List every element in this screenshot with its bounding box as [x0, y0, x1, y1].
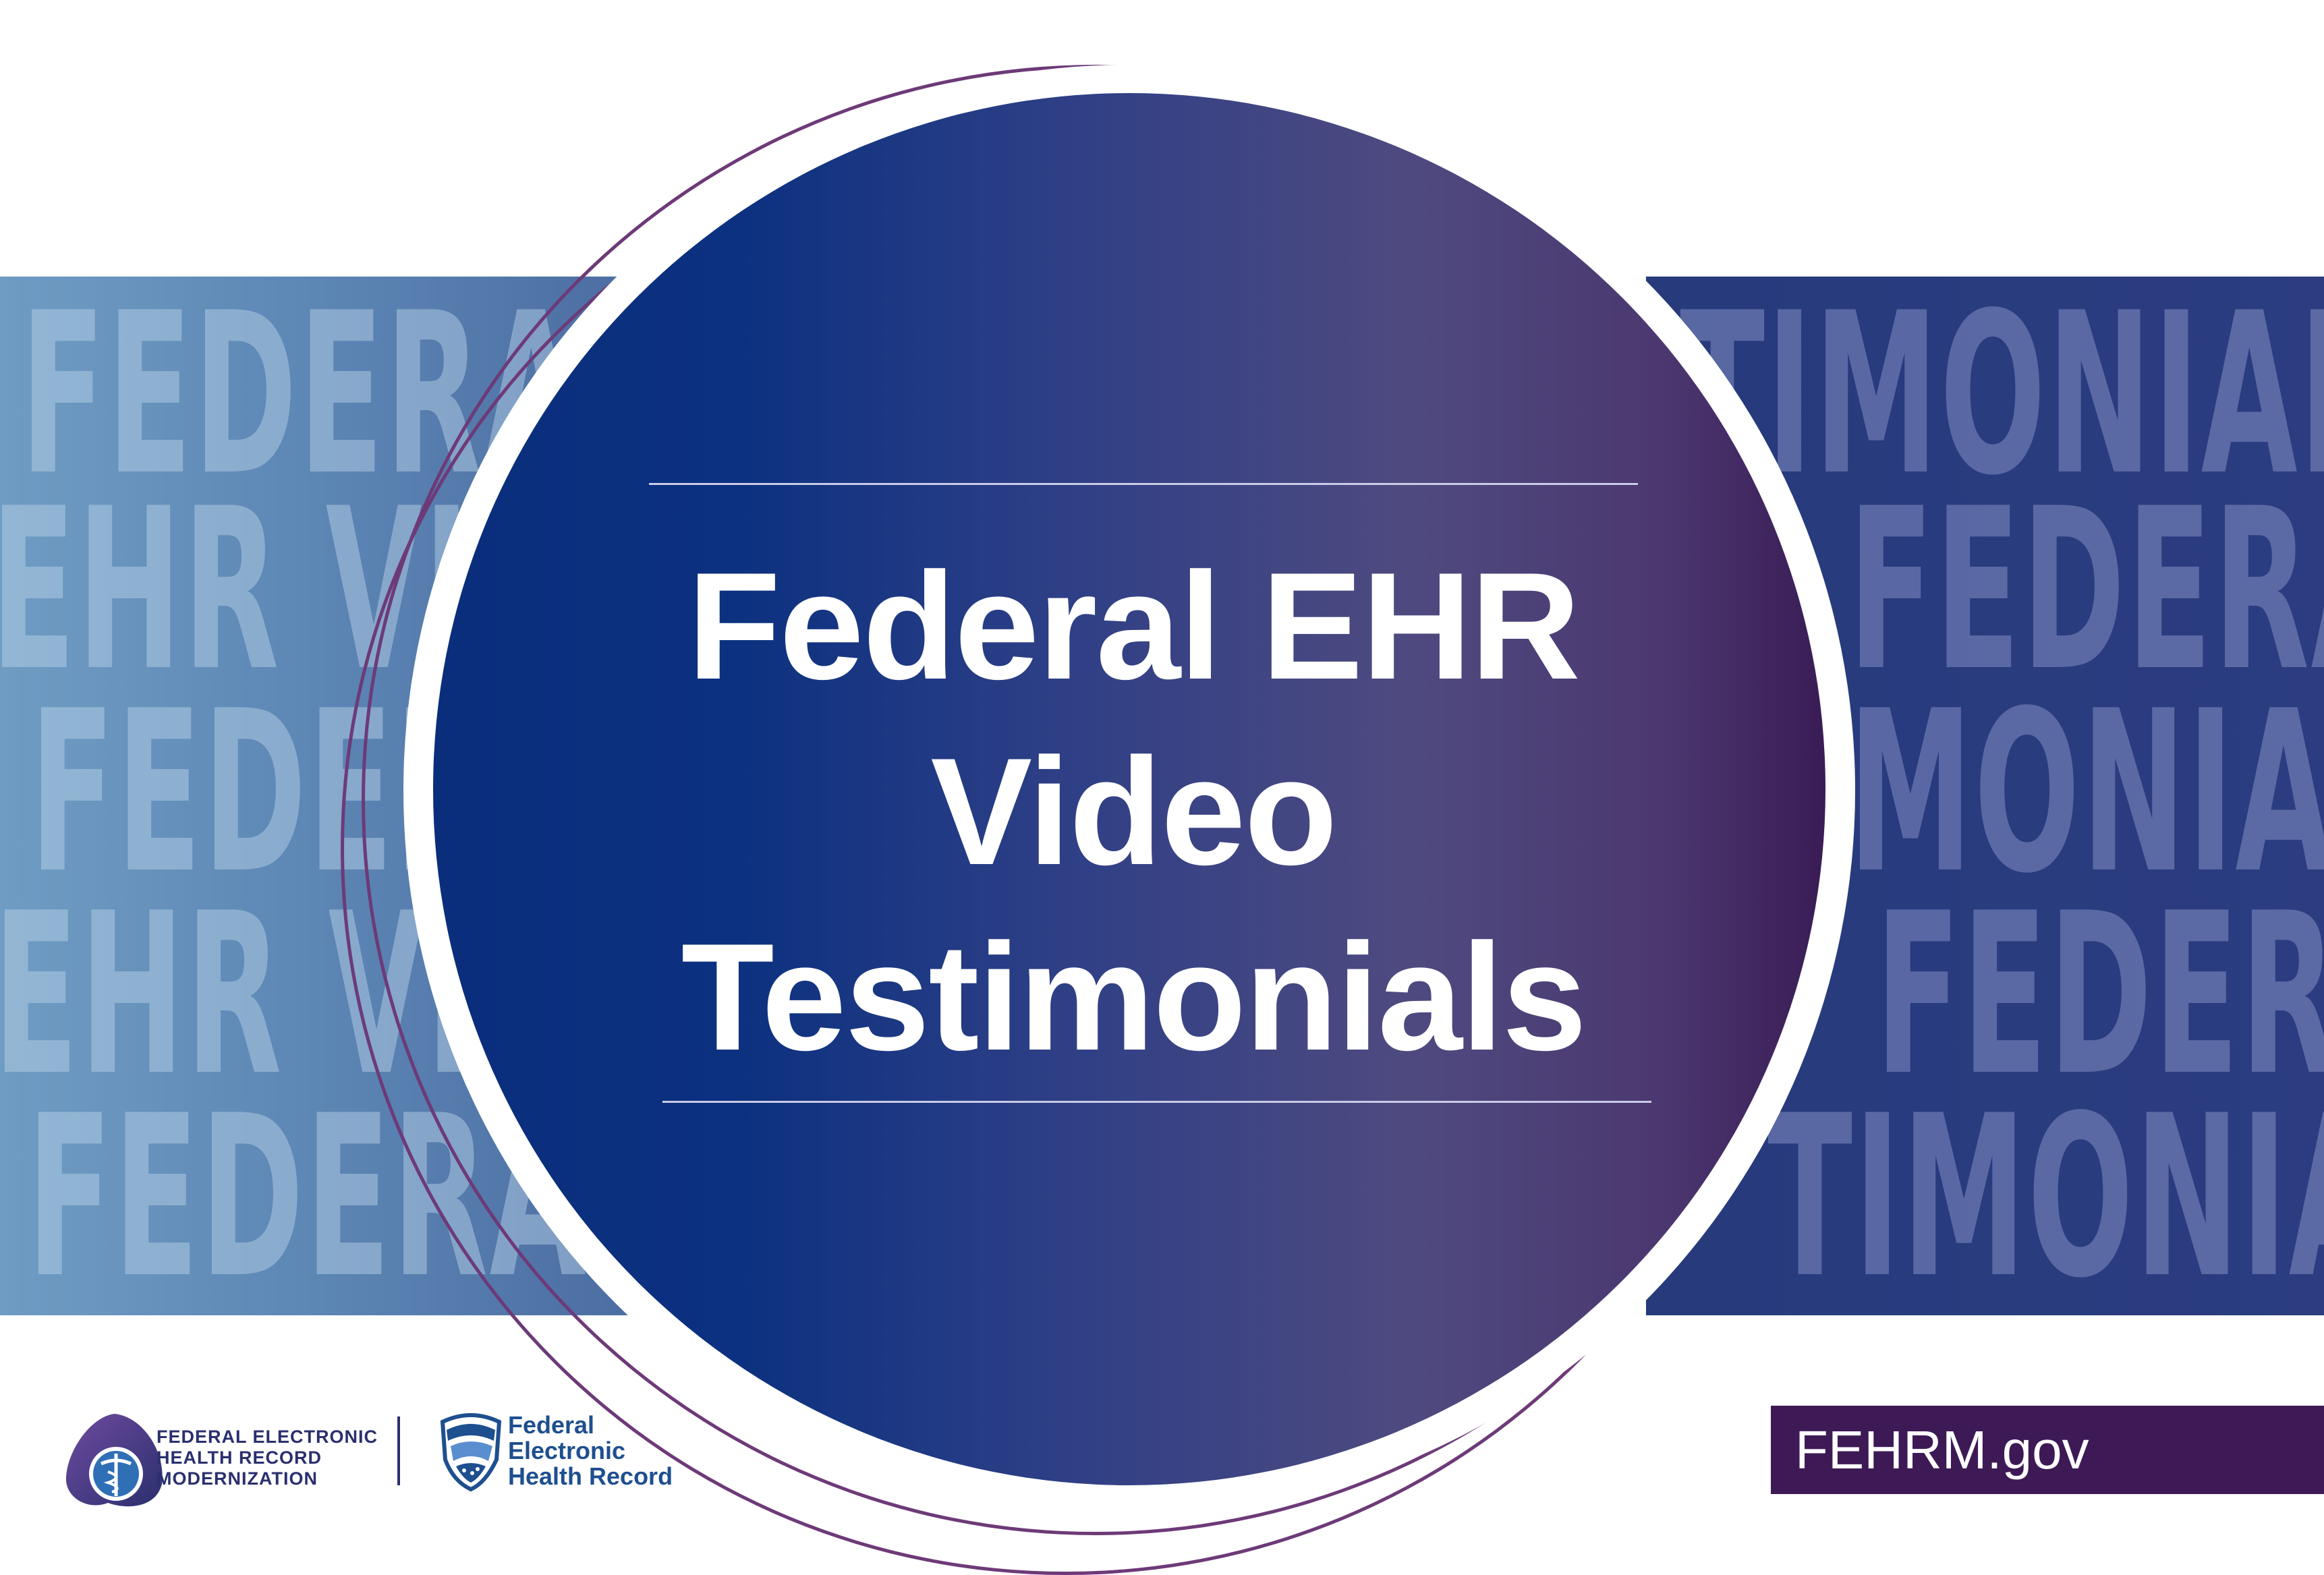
logo-text-line: MODERNIZATION: [157, 1468, 318, 1489]
shield-logo-icon: [440, 1413, 502, 1492]
logo-text-line: Federal: [508, 1411, 595, 1439]
title-line: Federal EHR: [687, 540, 1581, 711]
caduceus-logo-icon: [65, 1414, 163, 1507]
logo-text-line: HEALTH RECORD: [157, 1448, 322, 1468]
logo-text-line: Electronic: [508, 1437, 626, 1464]
logo-text-line: FEDERAL ELECTRONIC: [157, 1427, 378, 1447]
fehr-logo-text: Federal Electronic Health Record: [508, 1412, 673, 1489]
logo-text-line: Health Record: [508, 1462, 673, 1490]
website-url[interactable]: FEHRM.gov: [1795, 1406, 2089, 1494]
title-line: Testimonials: [681, 911, 1587, 1082]
background-word: TIMONIAL: [1767, 1068, 2324, 1315]
page-title: Federal EHR Video Testimonials: [607, 533, 1660, 1089]
title-top-rule: [649, 483, 1638, 485]
title-line: Video: [930, 726, 1337, 896]
title-bottom-rule: [662, 1101, 1651, 1103]
logo-divider: [397, 1416, 400, 1485]
url-banner: FEHRM.gov: [1771, 1406, 2324, 1494]
fehrm-logo-text: FEDERAL ELECTRONIC HEALTH RECORD MODERNI…: [157, 1427, 378, 1489]
